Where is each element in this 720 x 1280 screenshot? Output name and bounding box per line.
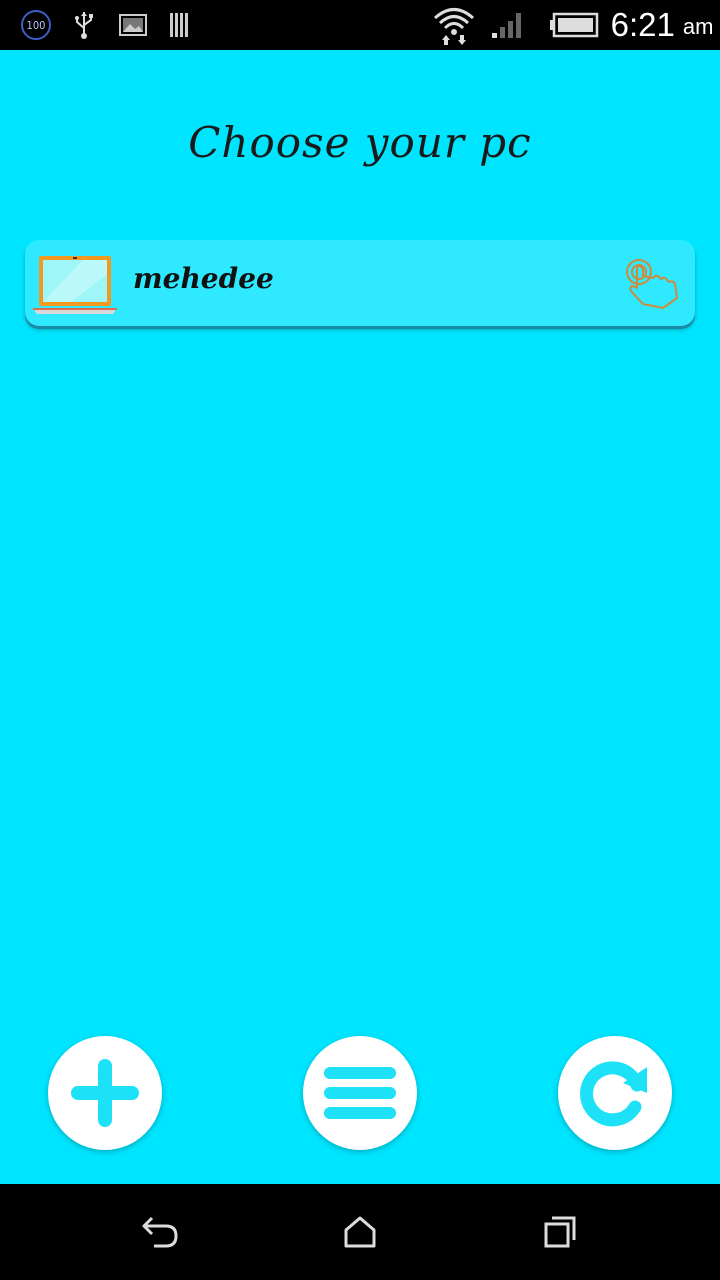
wifi-icon — [432, 0, 476, 50]
back-icon — [142, 1216, 178, 1248]
menu-icon — [324, 1067, 396, 1119]
menu-button[interactable] — [303, 1036, 417, 1150]
laptop-icon — [33, 254, 117, 316]
cell-signal-icon — [490, 0, 526, 50]
pc-name: mehedee — [133, 262, 274, 295]
recent-apps-icon — [544, 1216, 576, 1248]
page-title: Choose your pc — [188, 118, 532, 167]
recent-apps-button[interactable] — [530, 1202, 590, 1262]
refresh-button[interactable] — [558, 1036, 672, 1150]
tap-hand-icon[interactable] — [625, 258, 683, 310]
pc-list-item[interactable]: mehedee — [25, 240, 695, 326]
notification-count-badge: 100 — [20, 0, 52, 50]
home-icon — [344, 1216, 376, 1248]
battery-icon — [548, 0, 600, 50]
barcode-icon — [168, 0, 192, 50]
refresh-icon — [580, 1061, 647, 1127]
add-pc-button[interactable] — [48, 1036, 162, 1150]
status-bar: 100 6:21 am — [0, 0, 720, 50]
navigation-bar — [0, 1184, 720, 1280]
plus-icon — [71, 1059, 139, 1127]
clock: 6:21 am — [610, 6, 714, 43]
usb-icon — [72, 0, 96, 50]
home-button[interactable] — [330, 1202, 390, 1262]
back-button[interactable] — [130, 1202, 190, 1262]
image-notification-icon — [118, 0, 148, 50]
